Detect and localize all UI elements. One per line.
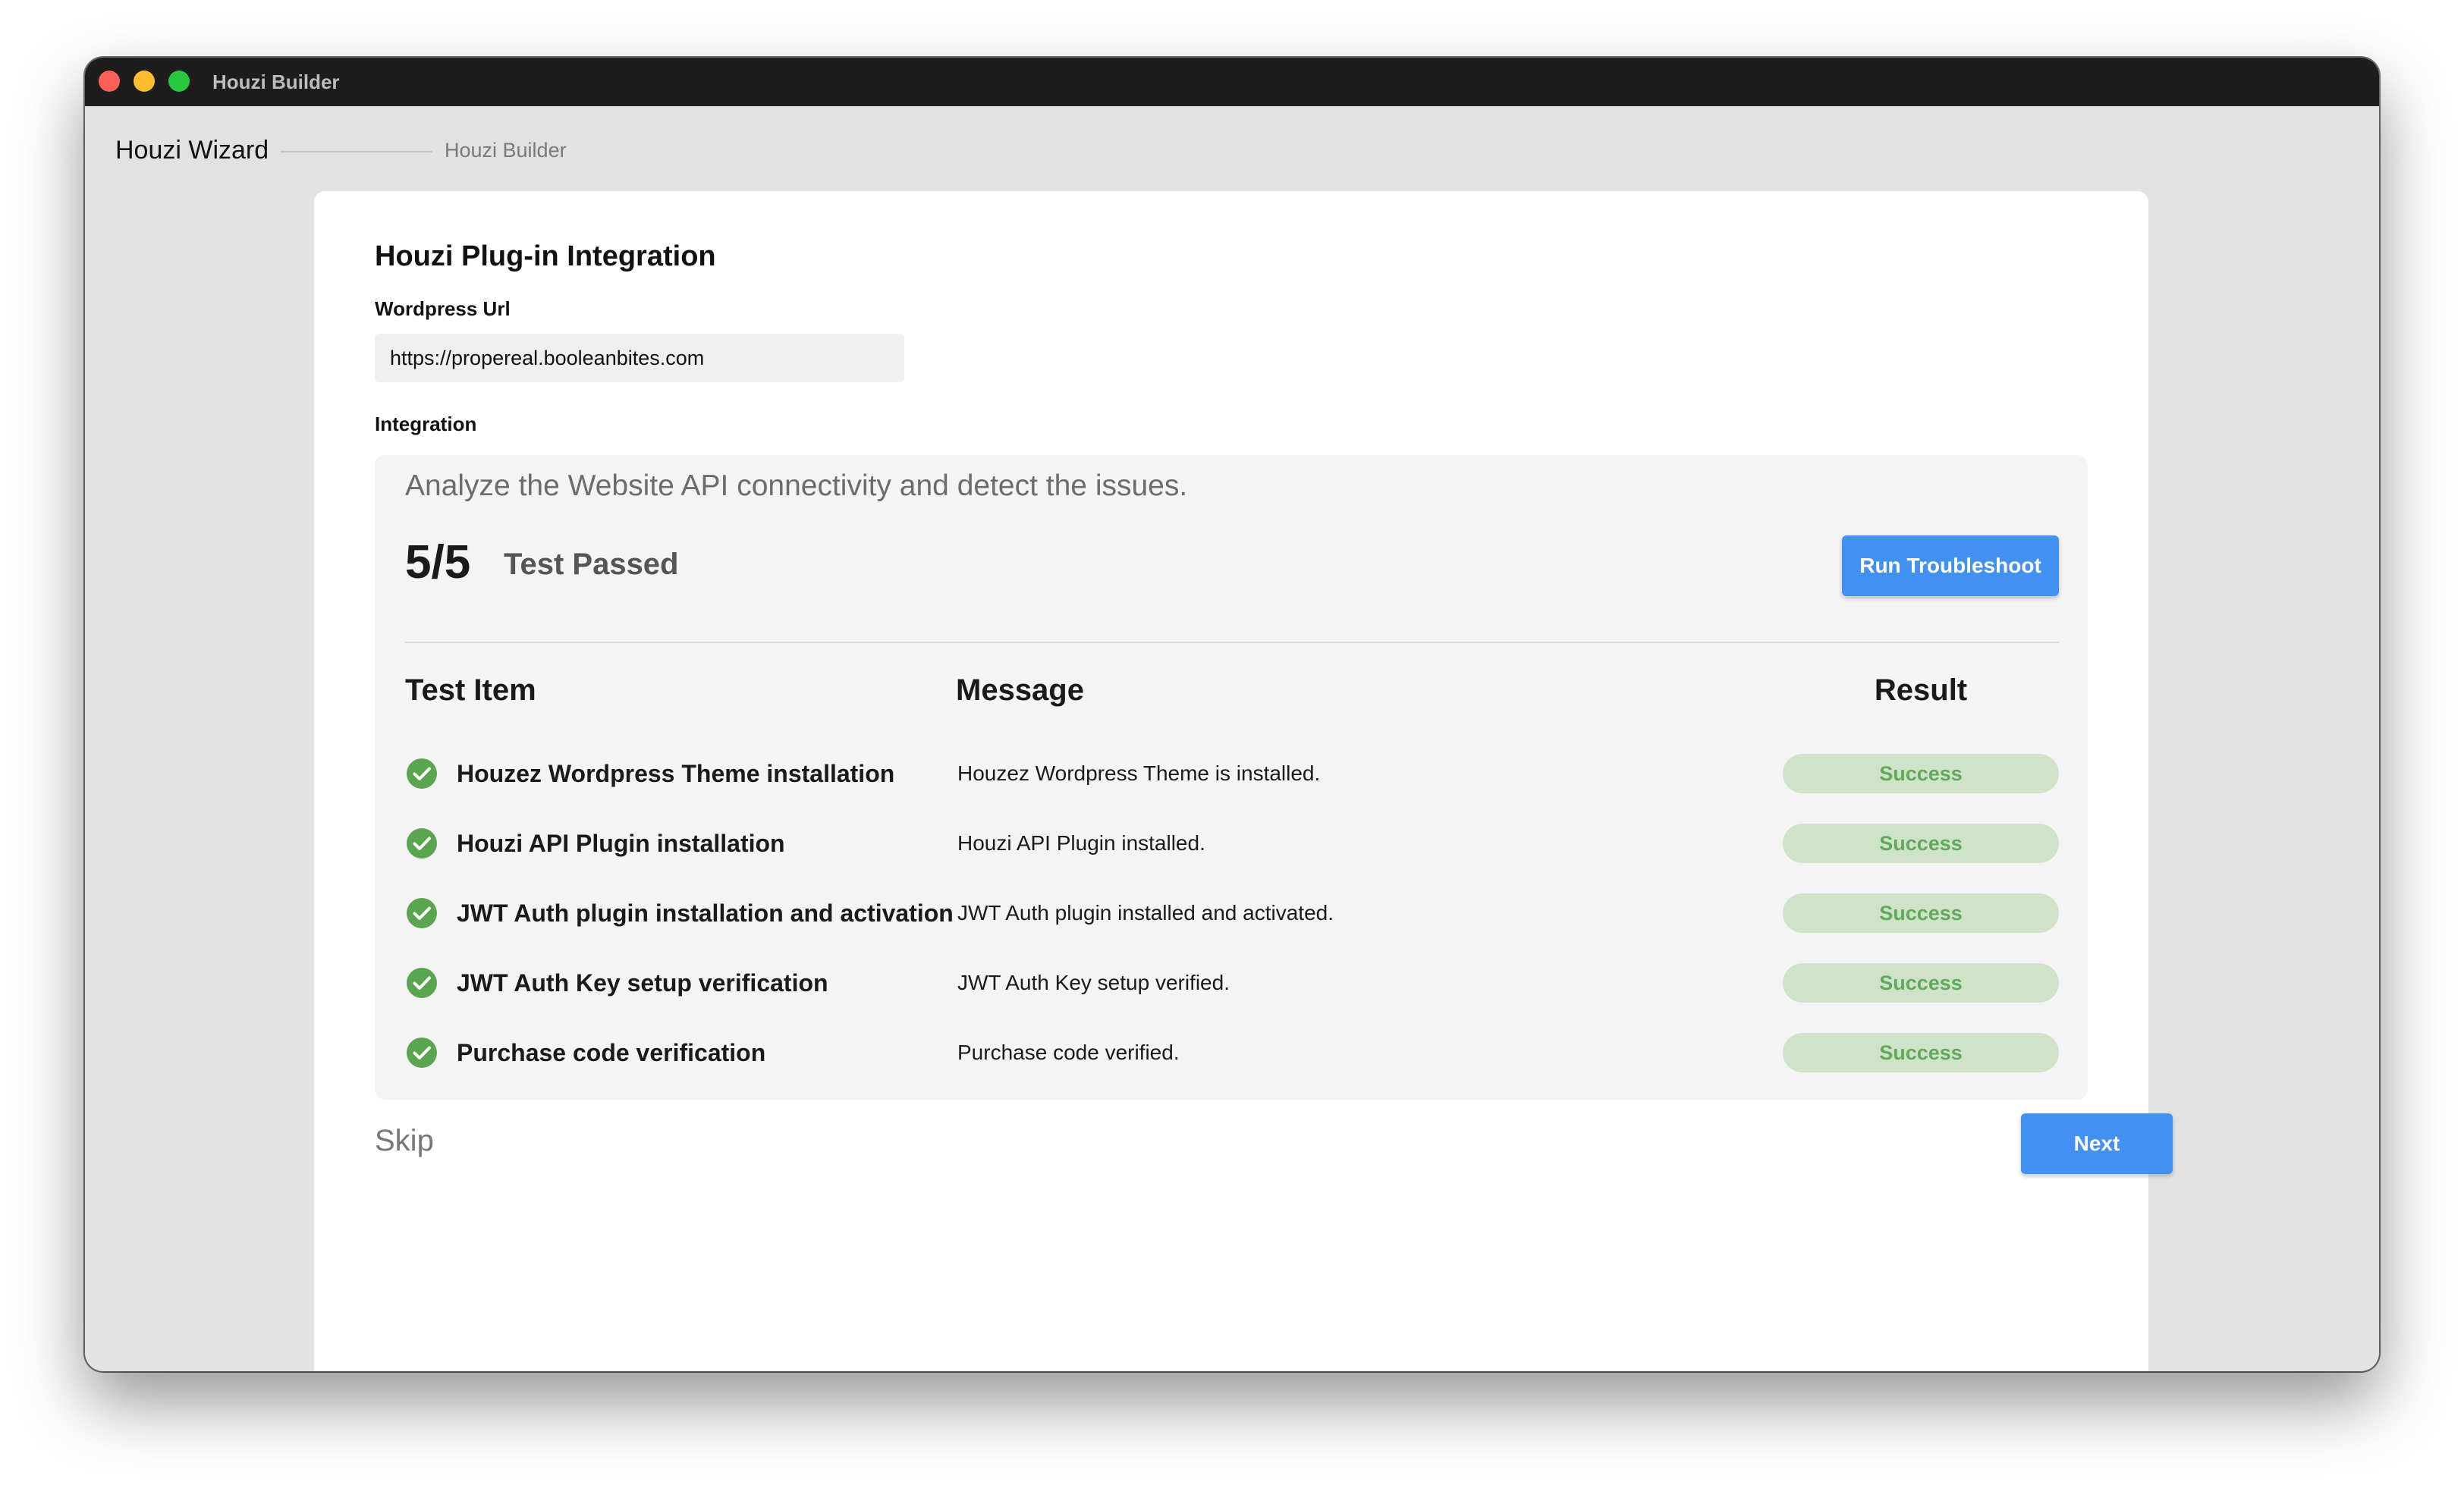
integration-label: Integration (375, 413, 477, 435)
integration-panel: Analyze the Website API connectivity and… (375, 455, 2088, 1100)
check-circle-icon (407, 758, 437, 789)
breadcrumb-root: Houzi Wizard (115, 136, 269, 165)
test-row: Houzez Wordpress Theme installation Houz… (375, 751, 2088, 796)
skip-button[interactable]: Skip (375, 1121, 434, 1160)
test-row: Houzi API Plugin installation Houzi API … (375, 821, 2088, 866)
breadcrumb-current: Houzi Builder (445, 139, 567, 162)
check-circle-icon (407, 828, 437, 859)
test-row: JWT Auth Key setup verification JWT Auth… (375, 960, 2088, 1006)
close-window-button[interactable] (99, 71, 120, 92)
window-title: Houzi Builder (212, 71, 340, 93)
integration-description: Analyze the Website API connectivity and… (405, 469, 1188, 502)
app-window: Houzi Builder Houzi Wizard Houzi Builder… (85, 58, 2379, 1371)
test-row: Purchase code verification Purchase code… (375, 1030, 2088, 1075)
page-title: Houzi Plug-in Integration (375, 240, 716, 272)
next-button[interactable]: Next (2021, 1113, 2173, 1174)
test-item-label: Purchase code verification (457, 1039, 766, 1066)
test-row: JWT Auth plugin installation and activat… (375, 890, 2088, 936)
result-badge: Success (1783, 1033, 2059, 1072)
test-score-label: Test Passed (504, 548, 679, 581)
panel-divider (405, 642, 2059, 643)
column-header-result: Result (1874, 673, 1968, 707)
minimize-window-button[interactable] (134, 71, 155, 92)
test-item-message: Purchase code verified. (957, 1041, 1180, 1064)
test-item-label: Houzez Wordpress Theme installation (457, 760, 895, 787)
wordpress-url-label: Wordpress Url (375, 297, 511, 320)
test-item-message: Houzez Wordpress Theme is installed. (957, 761, 1321, 785)
title-bar: Houzi Builder (85, 58, 2379, 106)
column-header-message: Message (956, 673, 1084, 707)
check-circle-icon (407, 968, 437, 998)
check-circle-icon (407, 1038, 437, 1068)
result-badge: Success (1783, 893, 2059, 933)
result-badge: Success (1783, 963, 2059, 1003)
test-score: 5/5 (405, 536, 471, 589)
breadcrumb-divider (281, 151, 432, 152)
result-badge: Success (1783, 824, 2059, 863)
check-circle-icon (407, 898, 437, 928)
wizard-card: Houzi Plug-in Integration Wordpress Url … (314, 191, 2173, 1371)
test-item-message: JWT Auth plugin installed and activated. (957, 901, 1334, 925)
test-item-message: JWT Auth Key setup verified. (957, 971, 1230, 994)
wordpress-url-input[interactable] (375, 334, 904, 382)
test-item-label: JWT Auth plugin installation and activat… (457, 899, 954, 927)
maximize-window-button[interactable] (168, 71, 190, 92)
result-badge: Success (1783, 754, 2059, 793)
run-troubleshoot-button[interactable]: Run Troubleshoot (1842, 535, 2059, 596)
test-item-label: Houzi API Plugin installation (457, 830, 785, 857)
column-header-test-item: Test Item (405, 673, 536, 707)
test-item-label: JWT Auth Key setup verification (457, 969, 828, 997)
test-item-message: Houzi API Plugin installed. (957, 831, 1205, 855)
